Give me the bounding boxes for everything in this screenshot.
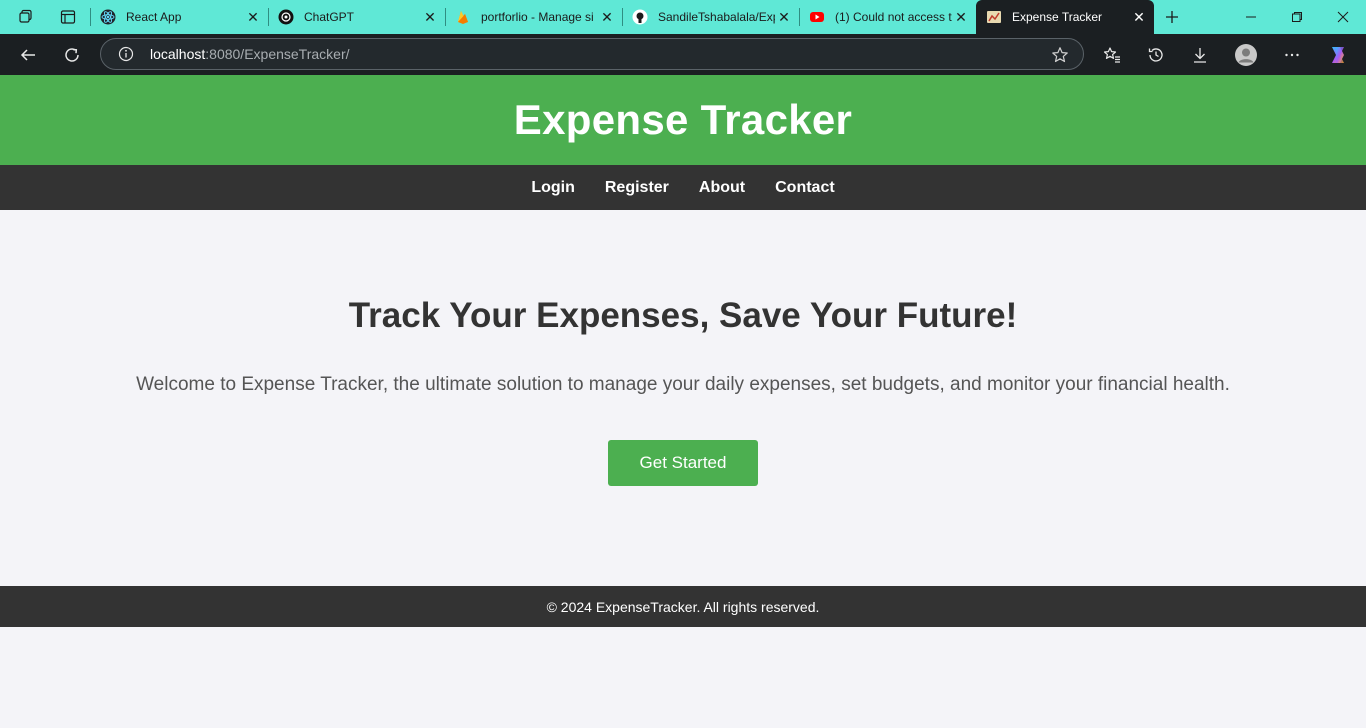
url-host: localhost [150,46,206,62]
favorites-icon[interactable] [1097,40,1127,70]
new-tab-icon[interactable] [1158,5,1186,29]
tab-react-app[interactable]: React App ✕ [90,0,268,34]
site-title: Expense Tracker [513,96,853,143]
copilot-icon[interactable] [1323,40,1353,70]
tab-close-icon[interactable]: ✕ [1130,9,1148,26]
restore-icon[interactable] [1274,0,1320,34]
address-bar[interactable]: localhost:8080/ExpenseTracker/ [100,38,1084,70]
site-header: Expense Tracker [0,75,1366,165]
history-icon[interactable] [1141,40,1171,70]
site-info-icon[interactable] [118,46,134,62]
tab-title: portforlio - Manage si [481,10,594,24]
tab-title: SandileTshabalala/Exp [658,10,775,24]
url-path: :8080/ExpenseTracker/ [205,46,350,62]
tab-title: (1) Could not access ti [835,10,952,24]
youtube-icon [809,9,825,25]
tab-actions-icon[interactable] [54,5,82,29]
tab-close-icon[interactable]: ✕ [952,9,970,26]
tab-chatgpt[interactable]: ChatGPT ✕ [268,0,445,34]
refresh-icon[interactable] [57,40,87,70]
github-icon [632,9,648,25]
chatgpt-icon [278,9,294,25]
window-close-icon[interactable] [1320,0,1366,34]
hero-description: Welcome to Expense Tracker, the ultimate… [136,374,1230,395]
hero-section: Track Your Expenses, Save Your Future! W… [0,210,1366,586]
tab-close-icon[interactable]: ✕ [598,9,616,26]
browser-toolbar: localhost:8080/ExpenseTracker/ [0,34,1366,75]
workspaces-icon[interactable] [12,5,40,29]
tab-youtube[interactable]: (1) Could not access ti ✕ [799,0,976,34]
tab-expense-tracker[interactable]: Expense Tracker ✕ [976,0,1154,34]
tab-title: ChatGPT [304,10,355,24]
nav-register-link[interactable]: Register [605,179,669,197]
get-started-button[interactable]: Get Started [608,440,758,486]
react-icon [100,9,116,25]
copyright-text: © 2024 ExpenseTracker. All rights reserv… [546,598,820,615]
back-arrow-icon[interactable] [13,40,43,70]
downloads-icon[interactable] [1185,40,1215,70]
expense-tracker-icon [986,9,1002,25]
tab-title: React App [126,10,182,24]
tab-github[interactable]: SandileTshabalala/Exp ✕ [622,0,799,34]
tab-strip: React App ✕ ChatGPT ✕ portforlio - Manag… [0,0,1366,34]
tab-close-icon[interactable]: ✕ [775,9,793,26]
more-menu-icon[interactable] [1277,40,1307,70]
nav-about-link[interactable]: About [699,179,745,197]
tab-close-icon[interactable]: ✕ [421,9,439,26]
site-footer: © 2024 ExpenseTracker. All rights reserv… [0,586,1366,627]
tab-title: Expense Tracker [1012,10,1103,24]
firebase-icon [455,9,471,25]
favorite-star-icon[interactable] [1051,46,1069,64]
nav-contact-link[interactable]: Contact [775,179,835,197]
tab-close-icon[interactable]: ✕ [244,9,262,26]
nav-login-link[interactable]: Login [531,179,575,197]
hero-heading: Track Your Expenses, Save Your Future! [348,296,1018,335]
minimize-icon[interactable] [1228,0,1274,34]
site-nav: Login Register About Contact [0,165,1366,210]
tab-portfolio[interactable]: portforlio - Manage si ✕ [445,0,622,34]
profile-avatar-icon[interactable] [1231,40,1261,70]
